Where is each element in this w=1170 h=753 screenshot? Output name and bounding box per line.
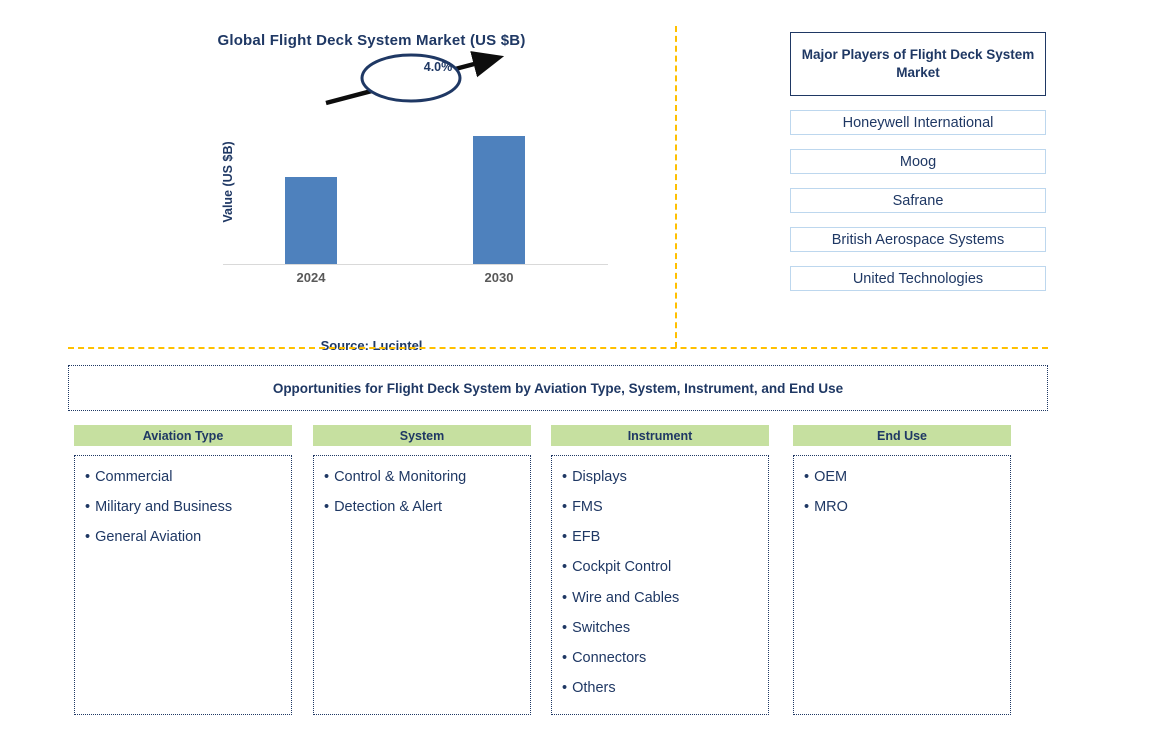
bullet-icon: • <box>85 499 91 516</box>
bar-2030 <box>473 136 525 264</box>
bullet-icon: • <box>562 559 568 576</box>
x-tick-2024: 2024 <box>296 270 326 285</box>
cagr-label: 4.0% <box>423 60 453 74</box>
bullet-icon: • <box>804 499 810 516</box>
major-players-header: Major Players of Flight Deck System Mark… <box>790 32 1046 96</box>
bullet-icon: • <box>562 649 568 666</box>
player-label: Safrane <box>892 192 944 209</box>
bullet-icon: • <box>562 619 568 636</box>
list-item-label: OEM <box>814 469 848 485</box>
list-item: • Displays <box>562 468 758 486</box>
list-item-label: Displays <box>572 469 627 485</box>
bullet-icon: • <box>324 499 330 516</box>
bullet-icon: • <box>85 529 91 546</box>
list-item: • Wire and Cables <box>562 589 758 607</box>
bullet-icon: • <box>85 469 91 485</box>
list-item-label: Control & Monitoring <box>334 469 467 485</box>
list-item: • Control & Monitoring <box>324 468 520 486</box>
player-label: Moog <box>899 153 937 170</box>
bullet-icon: • <box>562 679 568 696</box>
opportunities-banner-label: Opportunities for Flight Deck System by … <box>272 380 844 396</box>
x-tick-2030: 2030 <box>484 270 514 285</box>
list-item-label: Cockpit Control <box>572 559 672 576</box>
bullet-icon: • <box>804 469 810 485</box>
list-item-label: Detection & Alert <box>334 499 443 516</box>
list-item: • Switches <box>562 619 758 637</box>
major-players-panel: Major Players of Flight Deck System Mark… <box>790 32 1046 291</box>
opportunities-banner: Opportunities for Flight Deck System by … <box>68 365 1048 411</box>
bullet-icon: • <box>562 589 568 606</box>
list-item: • General Aviation <box>85 528 281 546</box>
category-column-instrument: Instrument • Displays • FMS • EFB • Cockpit … <box>551 425 769 715</box>
list-item-label: Military and Business <box>95 499 233 516</box>
player-item-safrane[interactable]: Safrane <box>790 188 1046 213</box>
list-item-label: FMS <box>572 499 603 516</box>
list-item: • Military and Business <box>85 498 281 516</box>
list-item: • Cockpit Control <box>562 558 758 576</box>
bar-chart-plot: Value (US $B) 2024 2030 4.0% <box>221 51 608 285</box>
infographic-root: Global Flight Deck System Market (US $B)… <box>0 0 1170 753</box>
list-item: • Others <box>562 679 758 697</box>
player-label: United Technologies <box>852 270 984 287</box>
category-column-end-use: End Use • OEM • MRO <box>793 425 1011 715</box>
horizontal-divider <box>68 347 1048 349</box>
category-column-system: System • Control & Monitoring • Detection … <box>313 425 531 715</box>
column-body-aviation-type: • Commercial • Military and Business • Gene… <box>74 455 292 715</box>
column-header-end-use: End Use <box>793 425 1011 446</box>
player-item-honeywell-international[interactable]: Honeywell International <box>790 110 1046 135</box>
x-axis-line <box>223 264 608 265</box>
y-axis-label: Value (US $B) <box>221 141 235 223</box>
cagr-arrow-icon <box>325 51 505 106</box>
bullet-icon: • <box>562 499 568 516</box>
list-item: • FMS <box>562 498 758 516</box>
column-header-instrument: Instrument <box>551 425 769 446</box>
list-item: • Connectors <box>562 649 758 667</box>
list-item: • Detection & Alert <box>324 498 520 516</box>
list-item: • Commercial <box>85 468 281 486</box>
list-item: • MRO <box>804 498 1000 516</box>
list-item-label: Switches <box>572 619 631 636</box>
player-label: Honeywell International <box>842 114 994 131</box>
player-label: British Aerospace Systems <box>831 231 1005 248</box>
list-item-label: General Aviation <box>95 529 202 546</box>
list-item-label: Connectors <box>572 649 647 666</box>
bullet-icon: • <box>562 469 568 485</box>
player-item-united-technologies[interactable]: United Technologies <box>790 266 1046 291</box>
player-item-british-aerospace-systems[interactable]: British Aerospace Systems <box>790 227 1046 252</box>
column-header-aviation-type: Aviation Type <box>74 425 292 446</box>
category-column-aviation-type: Aviation Type • Commercial • Military and … <box>74 425 292 715</box>
player-item-moog[interactable]: Moog <box>790 149 1046 174</box>
column-header-system: System <box>313 425 531 446</box>
vertical-divider <box>675 26 677 348</box>
bullet-icon: • <box>562 529 568 546</box>
list-item-label: Commercial <box>95 469 173 485</box>
column-body-end-use: • OEM • MRO <box>793 455 1011 715</box>
list-item-label: MRO <box>814 499 848 516</box>
column-body-instrument: • Displays • FMS • EFB • Cockpit Control • Wi… <box>551 455 769 715</box>
list-item-label: Others <box>572 679 616 696</box>
bullet-icon: • <box>324 469 330 485</box>
bar-2024 <box>285 177 337 264</box>
source-label: Source: Lucintel <box>320 338 423 353</box>
column-body-system: • Control & Monitoring • Detection & Alert <box>313 455 531 715</box>
list-item-label: Wire and Cables <box>572 589 680 606</box>
list-item: • EFB <box>562 528 758 546</box>
list-item-label: EFB <box>572 529 601 546</box>
list-item: • OEM <box>804 468 1000 486</box>
market-chart-panel: Global Flight Deck System Market (US $B)… <box>68 20 675 353</box>
